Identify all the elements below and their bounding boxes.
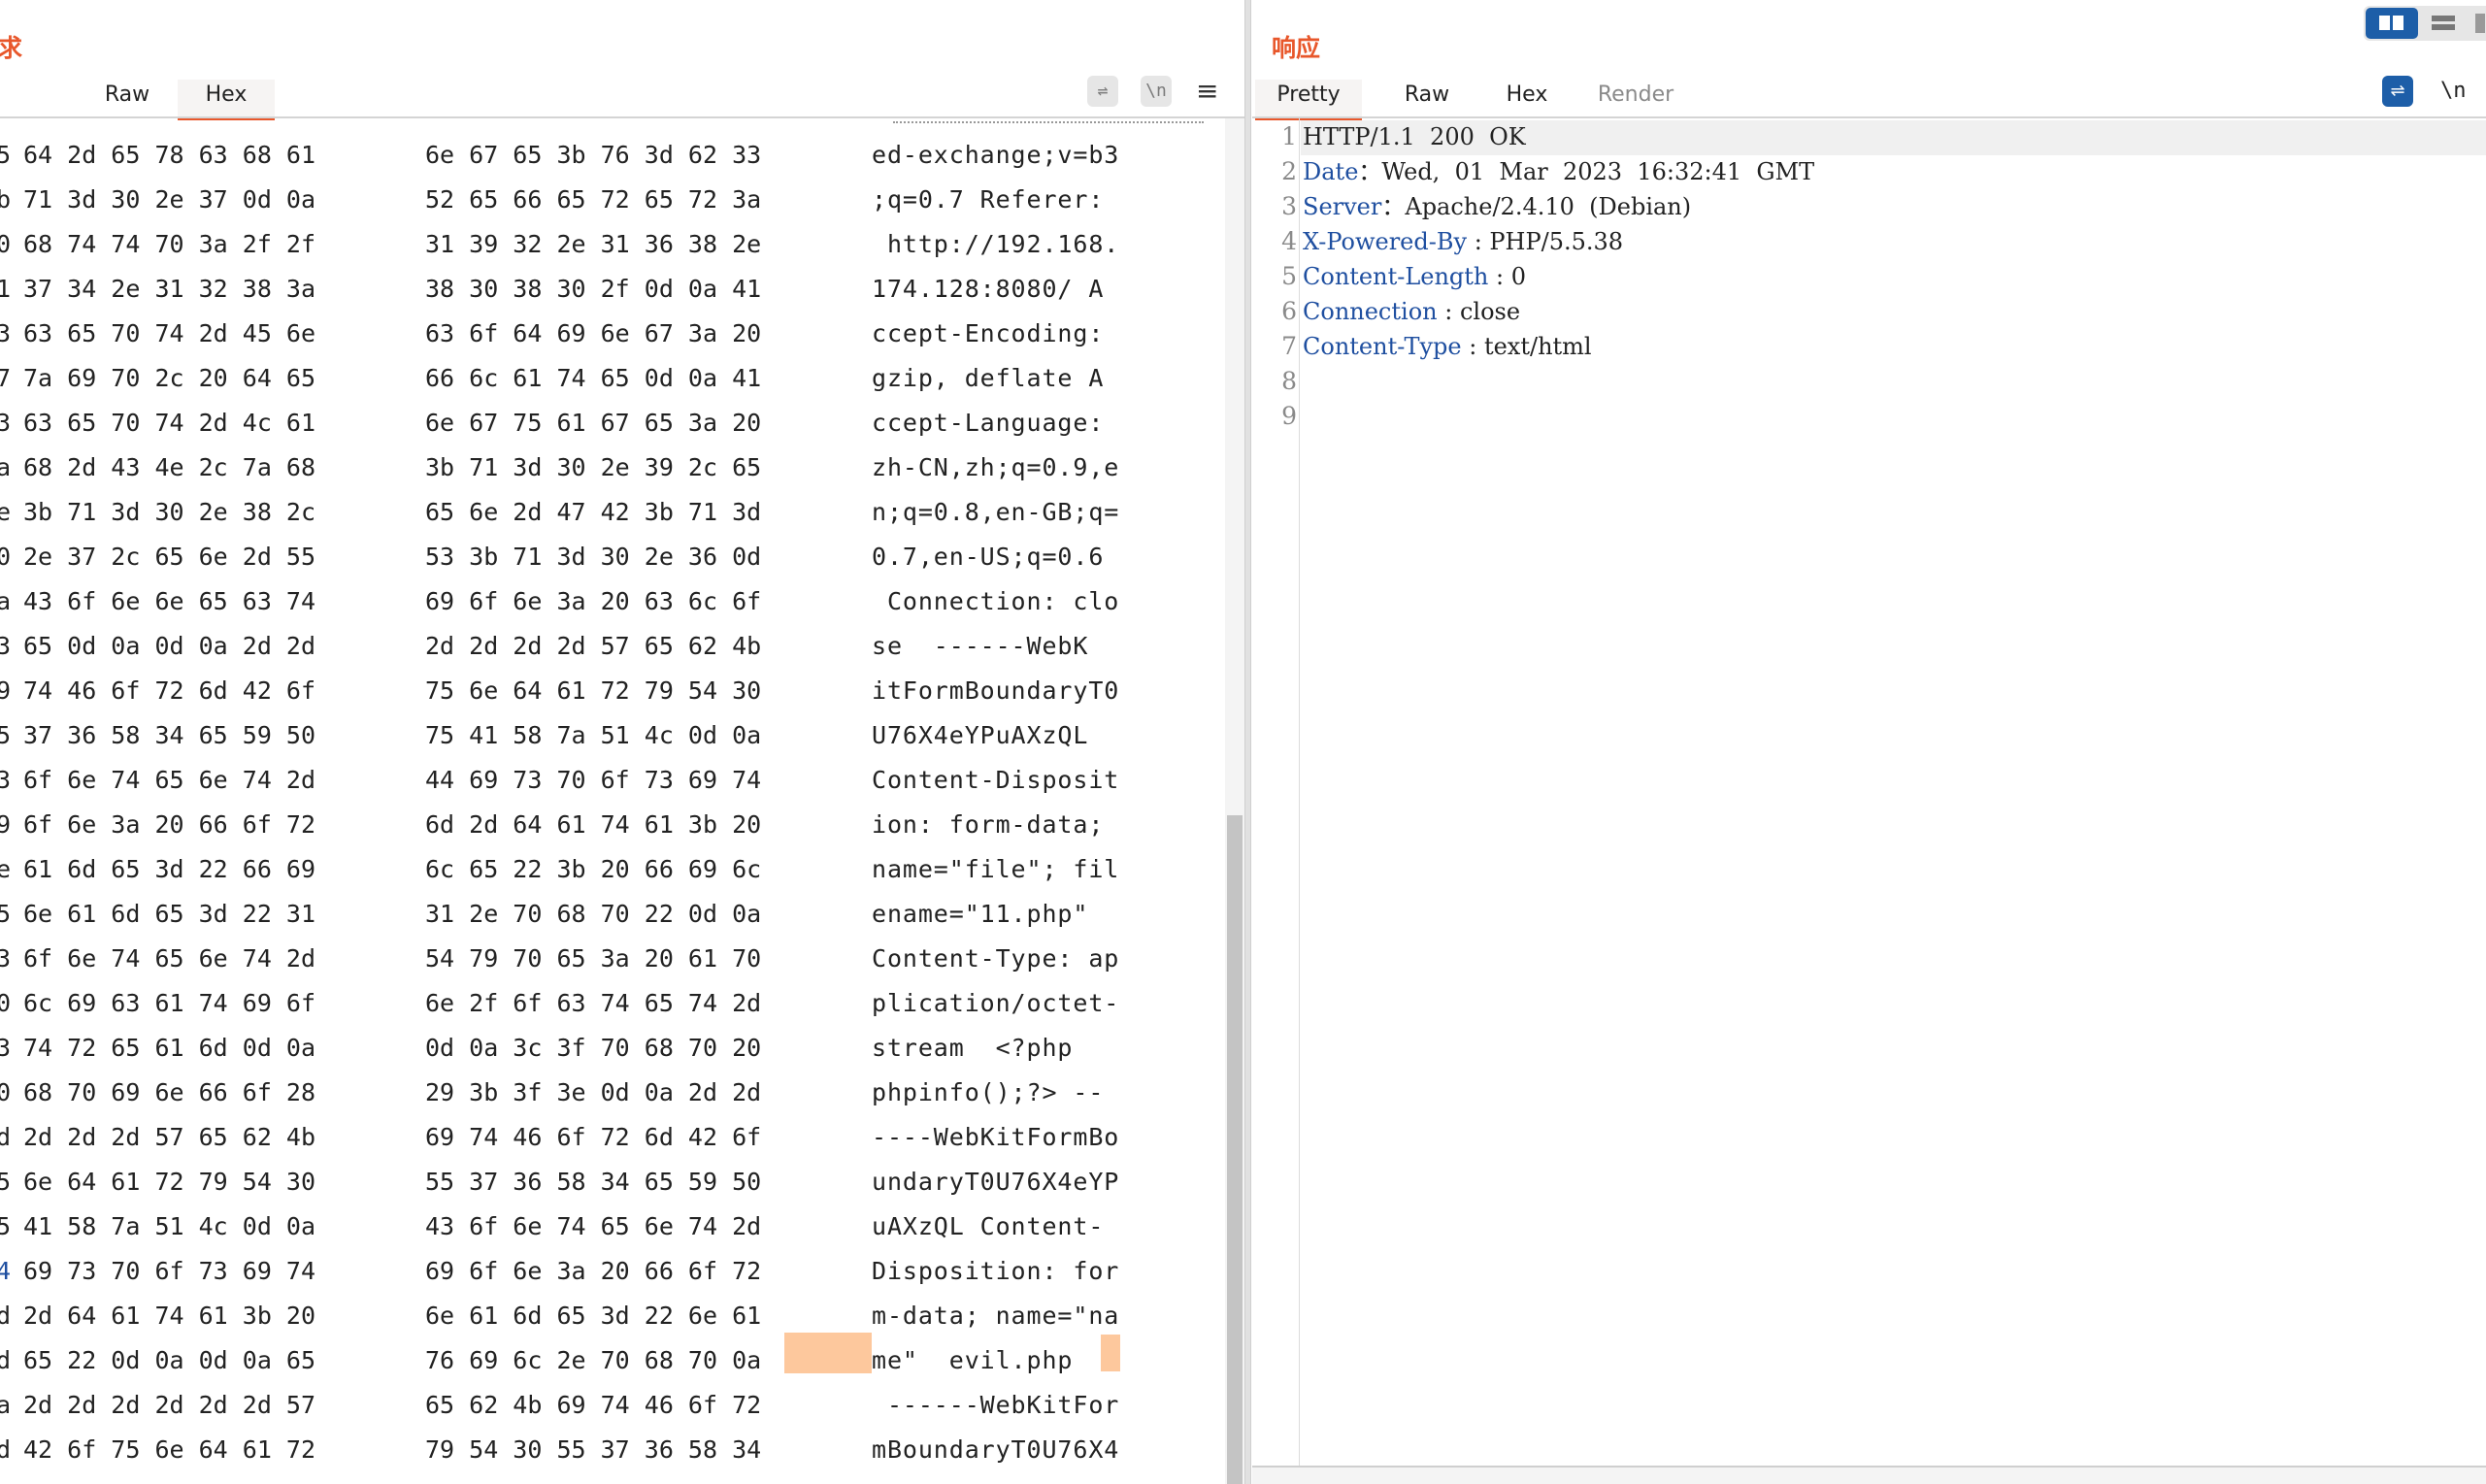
- code-line: 7 Content-Type : text/html: [0, 330, 2486, 365]
- header-value: Wed, 01 Mar 2023 16:32:41 GMT: [1381, 158, 1815, 185]
- line-text: Content-Type : text/html: [1303, 330, 1592, 363]
- code-line: 2 Date：Wed, 01 Mar 2023 16:32:41 GMT: [0, 155, 2486, 190]
- line-number: 9: [1281, 402, 1297, 430]
- header-value: close: [1459, 298, 1521, 325]
- header-value: Apache/2.4.10 (Debian): [1405, 193, 1692, 220]
- single-view-icon[interactable]: [2475, 14, 2485, 33]
- code-line: 9: [0, 400, 2486, 435]
- response-editor[interactable]: 1 HTTP/1.1 200 OK 2 Date：Wed, 01 Mar 2023 1…: [0, 120, 2486, 1460]
- menu-icon[interactable]: ≡: [1196, 76, 1218, 107]
- header-separator: :: [1467, 228, 1490, 255]
- response-pane-title: 响应: [1272, 34, 1321, 62]
- line-text: HTTP/1.1 200 OK: [1303, 120, 1526, 153]
- tab-hex[interactable]: Hex: [178, 80, 275, 120]
- code-line: 1 HTTP/1.1 200 OK: [0, 120, 2486, 155]
- tabs-divider: [0, 116, 1244, 118]
- line-number: 3: [1281, 192, 1297, 220]
- tab-raw[interactable]: Raw: [87, 80, 167, 116]
- code-line: 6 Connection : close: [0, 295, 2486, 330]
- line-number: 8: [1281, 367, 1297, 395]
- header-name: Connection: [1303, 298, 1438, 325]
- header-name: Content-Length: [1303, 263, 1489, 290]
- header-separator: :: [1461, 333, 1484, 360]
- header-value: PHP/5.5.38: [1489, 228, 1624, 255]
- line-number: 1: [1281, 122, 1297, 150]
- line-number: 7: [1281, 332, 1297, 360]
- line-text: Content-Length : 0: [1303, 260, 1526, 293]
- header-separator: :: [1488, 263, 1511, 290]
- wrap-icon[interactable]: ⇌: [2382, 76, 2413, 107]
- line-number: 2: [1281, 157, 1297, 185]
- header-separator: ：: [1358, 158, 1382, 185]
- stacked-view-icon[interactable]: [2432, 14, 2455, 33]
- line-text: Connection : close: [1303, 295, 1520, 328]
- newline-icon[interactable]: \n: [1141, 76, 1172, 107]
- line-text: Date：Wed, 01 Mar 2023 16:32:41 GMT: [1303, 155, 1814, 188]
- request-pane-title: 请求: [0, 34, 23, 62]
- wrap-icon[interactable]: ⇌: [1087, 76, 1118, 107]
- status-line: HTTP/1.1 200 OK: [1303, 123, 1526, 150]
- newline-icon[interactable]: \n: [2440, 76, 2467, 107]
- line-number: 5: [1281, 262, 1297, 290]
- code-line: 3 Server：Apache/2.4.10 (Debian): [0, 190, 2486, 225]
- line-text: Server：Apache/2.4.10 (Debian): [1303, 190, 1691, 223]
- code-line: 5 Content-Length : 0: [0, 260, 2486, 295]
- header-separator: :: [1437, 298, 1460, 325]
- line-number: 6: [1281, 297, 1297, 325]
- tabs-divider: [1252, 116, 2486, 118]
- tab-pretty[interactable]: Pretty: [1255, 80, 1362, 120]
- bottom-bar: [1252, 1468, 2486, 1484]
- split-view-icon[interactable]: [2366, 8, 2418, 39]
- code-line: 4 X-Powered-By : PHP/5.5.38: [0, 225, 2486, 260]
- tab-render[interactable]: Render: [1582, 80, 1689, 116]
- header-name: Content-Type: [1303, 333, 1462, 360]
- line-text: X-Powered-By : PHP/5.5.38: [1303, 225, 1623, 258]
- code-line: 8: [0, 365, 2486, 400]
- header-value: 0: [1510, 263, 1527, 290]
- tab-hex[interactable]: Hex: [1493, 80, 1561, 116]
- header-value: text/html: [1483, 333, 1592, 360]
- line-number: 4: [1281, 227, 1297, 255]
- header-name: Date: [1303, 158, 1359, 185]
- header-name: Server: [1303, 193, 1382, 220]
- header-separator: ：: [1381, 193, 1406, 220]
- tab-raw[interactable]: Raw: [1388, 80, 1466, 116]
- header-name: X-Powered-By: [1303, 228, 1468, 255]
